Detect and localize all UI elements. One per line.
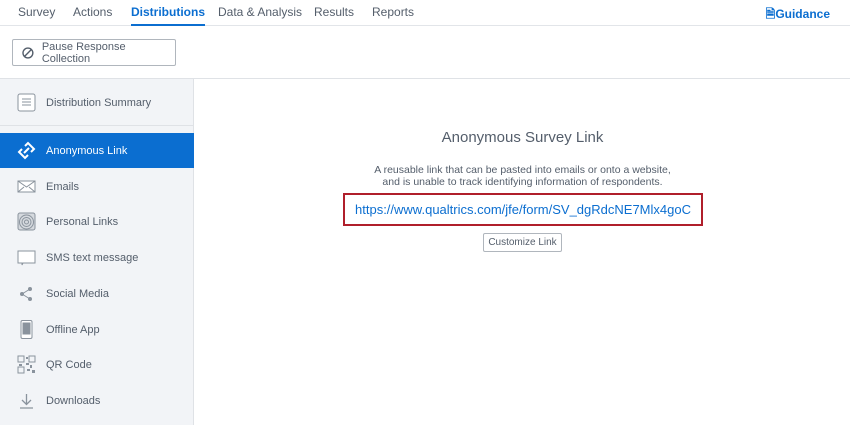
divider (0, 125, 194, 126)
sidebar-item-anonymous-link[interactable]: Anonymous Link (0, 133, 194, 168)
prohibit-icon (22, 46, 34, 59)
guidance-link[interactable]: 🗎Guidance (766, 5, 830, 26)
top-nav: Survey Actions Distributions Data & Anal… (0, 0, 850, 26)
list-icon (17, 93, 36, 112)
sidebar-item-label: Personal Links (46, 215, 119, 228)
description-line: and is unable to track identifying infor… (382, 176, 663, 188)
sidebar-item-label: Downloads (46, 394, 101, 407)
description: A reusable link that can be pasted into … (195, 164, 850, 188)
tab-reports[interactable]: Reports (372, 5, 414, 26)
sidebar-item-sms[interactable]: SMS text message (0, 240, 194, 275)
customize-link-button[interactable]: Customize Link (483, 233, 562, 252)
chat-bubble-icon (17, 250, 36, 266)
sidebar: Distribution Summary Anonymous Link Emai… (0, 79, 194, 425)
download-icon (20, 394, 33, 409)
share-icon (20, 287, 32, 301)
sidebar-item-label: SMS text message (46, 251, 139, 264)
tab-results[interactable]: Results (314, 5, 354, 26)
sidebar-item-label: Anonymous Link (46, 144, 128, 157)
tablet-icon (20, 320, 33, 339)
sidebar-item-qr-code[interactable]: QR Code (0, 347, 194, 382)
sidebar-item-social-media[interactable]: Social Media (0, 276, 194, 311)
tab-distributions[interactable]: Distributions (131, 5, 205, 26)
guidance-label: Guidance (775, 7, 830, 21)
sidebar-item-label: Social Media (46, 287, 109, 300)
sidebar-item-distribution-summary[interactable]: Distribution Summary (0, 85, 194, 120)
sidebar-item-emails[interactable]: Emails (0, 169, 194, 204)
anonymous-link-box: https://www.qualtrics.com/jfe/form/SV_dg… (343, 193, 703, 226)
page-title: Anonymous Survey Link (441, 129, 604, 146)
sidebar-item-personal-links[interactable]: Personal Links (0, 204, 194, 239)
envelope-icon (17, 180, 36, 193)
sidebar-item-label: Distribution Summary (46, 96, 152, 109)
sidebar-item-downloads[interactable]: Downloads (0, 383, 194, 418)
pause-label: Pause Response Collection (41, 40, 126, 65)
sidebar-item-label: Offline App (46, 323, 100, 336)
fingerprint-icon (17, 212, 36, 231)
tab-survey[interactable]: Survey (18, 5, 55, 26)
sidebar-item-label: QR Code (46, 358, 92, 371)
survey-link[interactable]: https://www.qualtrics.com/jfe/form/SV_dg… (355, 202, 691, 217)
main-panel: Anonymous Survey Link A reusable link th… (195, 79, 850, 425)
link-icon (17, 141, 36, 160)
book-icon: 🗎 (765, 7, 776, 21)
sidebar-item-offline-app[interactable]: Offline App (0, 312, 194, 347)
qr-code-icon (17, 355, 36, 374)
sidebar-item-label: Emails (46, 180, 80, 193)
tab-data-analysis[interactable]: Data & Analysis (218, 5, 302, 26)
description-line: A reusable link that can be pasted into … (374, 164, 671, 176)
tab-actions[interactable]: Actions (73, 5, 112, 26)
pause-response-collection-button[interactable]: Pause Response Collection (12, 39, 176, 66)
